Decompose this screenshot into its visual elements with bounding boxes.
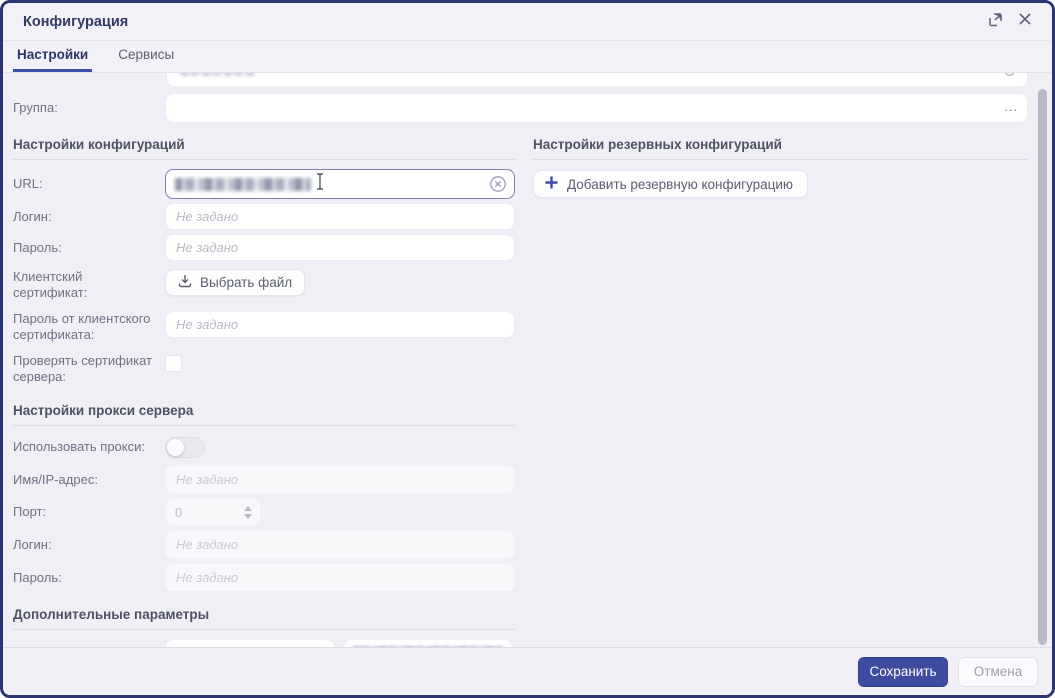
tab-settings[interactable]: Настройки <box>13 41 93 72</box>
right-column: Настройки резервных конфигураций Добавит… <box>533 123 1028 198</box>
configuration-dialog: Конфигурация Настройки Сервисы Группа: .… <box>0 0 1055 698</box>
url-label: URL: <box>13 176 43 191</box>
choose-file-button[interactable]: Выбрать файл <box>165 269 306 296</box>
toggle-knob <box>167 438 184 456</box>
choose-file-label: Выбрать файл <box>200 275 293 290</box>
spinner-arrows-icon <box>244 505 252 519</box>
proxy-password-row: Пароль: <box>13 564 515 591</box>
group-input[interactable] <box>165 93 1028 123</box>
login-input[interactable] <box>165 203 515 230</box>
url-input[interactable] <box>165 169 515 199</box>
verify-cert-checkbox[interactable] <box>165 355 182 372</box>
clipped-top-input[interactable] <box>166 73 1028 87</box>
tab-services[interactable]: Сервисы <box>114 41 178 72</box>
add-backup-config-button[interactable]: Добавить резервную конфигурацию <box>533 170 809 198</box>
close-button[interactable] <box>1012 9 1038 35</box>
clipped-top-row <box>166 73 1028 88</box>
use-proxy-row: Использовать прокси: <box>13 436 515 458</box>
maximize-icon <box>987 11 1004 33</box>
cancel-button[interactable]: Отмена <box>958 656 1038 687</box>
proxy-host-label: Имя/IP-адрес: <box>13 471 98 487</box>
use-proxy-toggle[interactable] <box>165 436 205 458</box>
clear-url-icon[interactable] <box>489 175 507 198</box>
url-row: URL: <box>13 169 515 199</box>
redacted-url-value <box>175 177 311 191</box>
proxy-password-input <box>165 564 515 591</box>
close-icon <box>1018 12 1032 31</box>
text-cursor-icon <box>315 173 325 195</box>
login-row: Логин: <box>13 203 515 230</box>
token-label: Token: <box>13 646 165 648</box>
password-input[interactable] <box>165 234 515 261</box>
dialog-title: Конфигурация <box>23 13 129 30</box>
dialog-footer: Сохранить Отмена <box>3 647 1052 695</box>
tab-bar: Настройки Сервисы <box>3 41 1052 73</box>
proxy-port-value: 0 <box>175 504 183 520</box>
proxy-port-spinner: 0 <box>165 499 260 525</box>
download-icon <box>178 274 192 291</box>
left-column: Настройки конфигураций URL: Логин: Не за… <box>13 123 515 647</box>
cert-password-label: Пароль от клиентского сертификата: <box>13 311 151 342</box>
use-proxy-label: Использовать прокси: <box>13 439 145 454</box>
login-label: Логин: <box>13 208 52 224</box>
client-cert-label: Клиентский сертификат: <box>13 269 88 300</box>
verify-cert-row: Проверять сертификат сервера: <box>13 353 515 387</box>
group-row: Группа: ... <box>13 93 1028 123</box>
cert-password-input[interactable] <box>165 311 515 338</box>
proxy-port-label: Порт: <box>13 504 47 519</box>
password-row: Пароль: <box>13 234 515 261</box>
add-backup-label: Добавить резервную конфигурацию <box>567 176 794 192</box>
group-picker-button[interactable]: ... <box>1004 97 1018 117</box>
section-backup-title: Настройки резервных конфигураций <box>533 137 1028 160</box>
save-button[interactable]: Сохранить <box>858 656 948 687</box>
proxy-password-label: Пароль: <box>13 569 62 585</box>
password-label: Пароль: <box>13 239 62 255</box>
refresh-icon <box>1002 73 1017 83</box>
maximize-button[interactable] <box>982 9 1008 35</box>
client-cert-row: Клиентский сертификат: Выбрать файл <box>13 269 515 303</box>
proxy-host-input <box>165 466 515 493</box>
token-row: Token: Строка <box>13 639 515 647</box>
scrollbar-thumb[interactable] <box>1038 89 1047 645</box>
proxy-port-row: Порт: 0 <box>13 499 515 525</box>
verify-cert-label: Проверять сертификат сервера: <box>13 353 152 384</box>
chevron-down-icon <box>310 645 324 648</box>
titlebar: Конфигурация <box>3 3 1052 41</box>
proxy-host-row: Имя/IP-адрес: <box>13 466 515 493</box>
cert-password-row: Пароль от клиентского сертификата: <box>13 311 515 345</box>
section-extra-title: Дополнительные параметры <box>13 607 515 630</box>
plus-icon <box>544 175 559 193</box>
proxy-login-label: Логин: <box>13 536 52 552</box>
section-proxy-title: Настройки прокси сервера <box>13 403 515 426</box>
vertical-scrollbar[interactable] <box>1038 83 1047 645</box>
proxy-login-row: Логин: <box>13 531 515 558</box>
token-type-select[interactable]: Строка <box>165 639 335 647</box>
group-label: Группа: <box>13 100 58 115</box>
section-config-title: Настройки конфигураций <box>13 137 515 160</box>
redacted-value <box>181 73 255 76</box>
token-value-input[interactable] <box>343 639 513 647</box>
proxy-login-input <box>165 531 515 558</box>
token-type-selected: Строка <box>178 646 310 647</box>
settings-panel: Группа: ... Настройки конфигураций URL: <box>3 73 1052 647</box>
